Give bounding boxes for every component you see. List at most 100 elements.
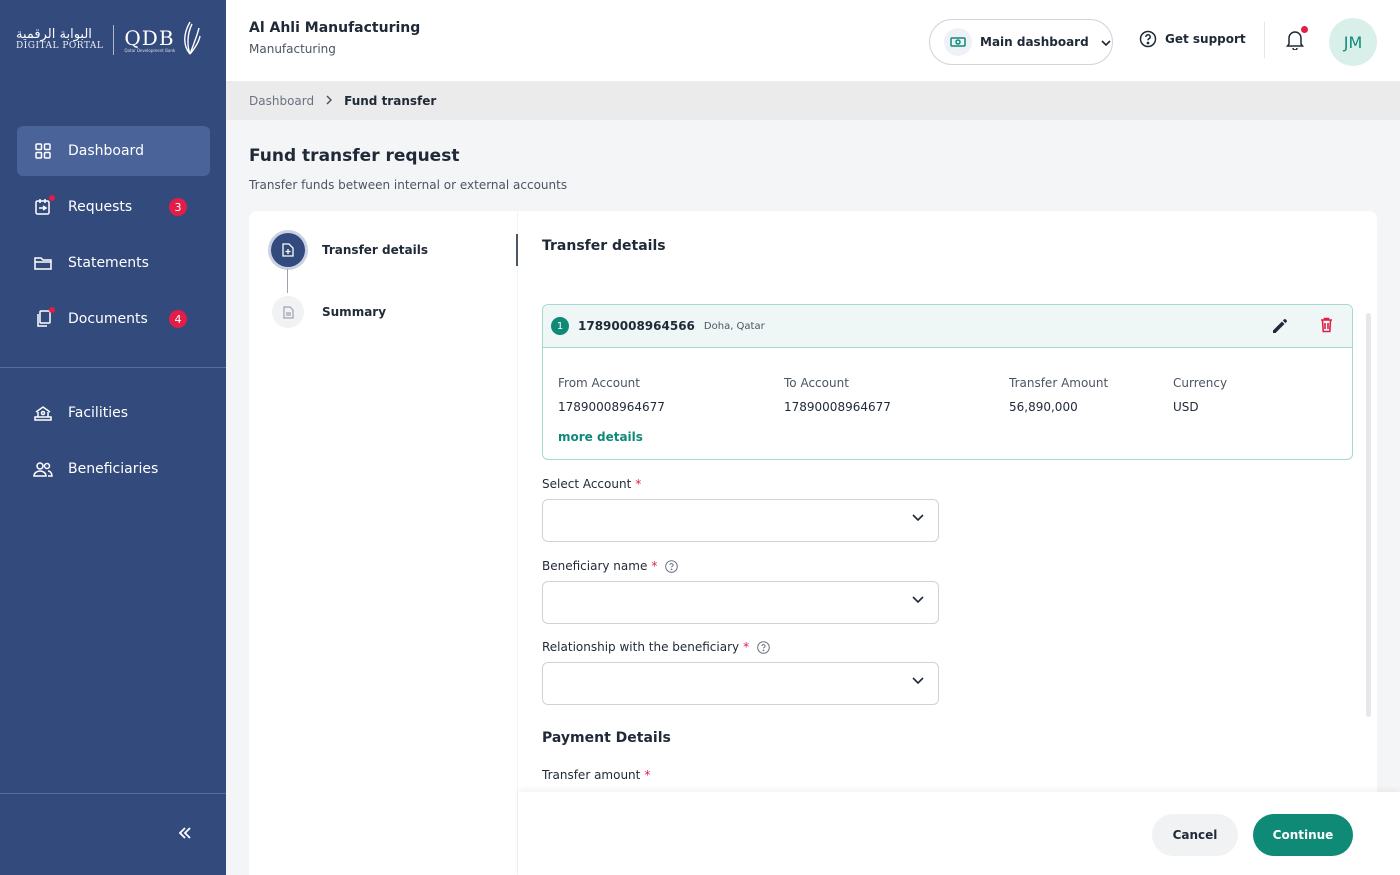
- sidebar-item-label: Facilities: [68, 405, 128, 421]
- sidebar-item-facilities[interactable]: Facilities: [17, 388, 210, 438]
- company-name: Al Ahli Manufacturing: [249, 20, 421, 36]
- breadcrumb: Dashboard Fund transfer: [226, 81, 1400, 120]
- continue-button[interactable]: Continue: [1253, 814, 1353, 856]
- qdb-logo[interactable]: البوابة الرقمية DIGITAL PORTAL QDB Qatar…: [16, 20, 201, 60]
- stepper: Transfer details Summary: [249, 211, 517, 875]
- select-account-dropdown[interactable]: [542, 499, 939, 542]
- step-connector: [287, 269, 288, 293]
- company-industry: Manufacturing: [249, 42, 336, 56]
- currency: Currency USD: [1173, 376, 1228, 414]
- pencil-icon[interactable]: [1272, 317, 1290, 335]
- sidebar-item-documents[interactable]: Documents 4: [17, 294, 210, 344]
- header-divider: [1264, 22, 1265, 58]
- sidebar-item-dashboard[interactable]: Dashboard: [17, 126, 210, 176]
- more-details-link[interactable]: more details: [558, 430, 643, 444]
- requests-icon: [33, 195, 55, 217]
- logo-qdb: QDB: [124, 25, 175, 50]
- section-title: Transfer details: [542, 238, 666, 254]
- documents-badge: 4: [169, 310, 187, 328]
- sidebar-divider: [0, 367, 226, 368]
- required-mark: *: [635, 477, 642, 491]
- cash-icon: [944, 28, 972, 56]
- step-summary[interactable]: Summary: [271, 296, 386, 328]
- item-number: 1: [551, 317, 569, 335]
- double-chevron-left-icon[interactable]: [176, 824, 194, 842]
- transfer-item-body: From Account 17890008964677 To Account 1…: [543, 348, 1352, 459]
- grid-icon: [33, 141, 53, 161]
- transfer-amount: Transfer Amount 56,890,000: [1009, 376, 1109, 414]
- notification-dot: [49, 307, 55, 313]
- sidebar-item-label: Requests: [68, 199, 133, 215]
- sidebar-item-label: Documents: [68, 311, 148, 327]
- item-account: 17890008964566: [578, 319, 695, 333]
- folder-icon: [33, 253, 53, 273]
- logo-portal: DIGITAL PORTAL: [16, 41, 104, 52]
- get-support-label: Get support: [1165, 32, 1246, 46]
- facilities-icon: [33, 403, 53, 423]
- step-label: Summary: [322, 305, 387, 319]
- chevron-down-icon: [912, 596, 924, 604]
- chevron-down-icon: [1101, 35, 1111, 49]
- qdb-mark-icon: [179, 20, 201, 60]
- notification-dot: [1301, 26, 1308, 33]
- notification-dot: [49, 195, 55, 201]
- chevron-down-icon: [912, 514, 924, 522]
- to-account: To Account 17890008964677: [784, 376, 891, 414]
- breadcrumb-dashboard[interactable]: Dashboard: [249, 94, 314, 108]
- sidebar-item-label: Dashboard: [68, 143, 144, 159]
- document-plus-icon: [271, 233, 305, 267]
- top-header: Al Ahli Manufacturing Manufacturing Main…: [226, 0, 1400, 81]
- required-mark: *: [651, 559, 658, 573]
- sidebar-bottom-divider: [0, 793, 226, 794]
- question-circle-icon[interactable]: [665, 559, 679, 573]
- sidebar-item-label: Statements: [68, 255, 149, 271]
- select-account-label: Select Account *: [542, 477, 642, 491]
- payment-details-title: Payment Details: [542, 730, 671, 746]
- requests-badge: 3: [169, 198, 187, 216]
- transfer-item-card: 1 17890008964566 Doha, Qatar From Accoun…: [542, 304, 1353, 460]
- relationship-dropdown[interactable]: [542, 662, 939, 705]
- chevron-right-icon: [326, 94, 333, 108]
- required-mark: *: [743, 640, 750, 654]
- cancel-button[interactable]: Cancel: [1152, 814, 1238, 856]
- beneficiary-name-label: Beneficiary name *: [542, 559, 679, 573]
- get-support-link[interactable]: Get support: [1139, 30, 1246, 48]
- sidebar-nav-secondary: Facilities Beneficiaries: [17, 388, 210, 500]
- transfer-form: Transfer details 1 17890008964566 Doha, …: [518, 211, 1377, 875]
- sidebar-item-label: Beneficiaries: [68, 461, 159, 477]
- question-circle-icon[interactable]: [757, 640, 770, 654]
- item-location: Doha, Qatar: [703, 320, 765, 332]
- required-mark: *: [644, 768, 651, 782]
- document-icon: [272, 296, 304, 328]
- avatar[interactable]: JM: [1329, 18, 1377, 66]
- relationship-label: Relationship with the beneficiary *: [542, 640, 770, 654]
- main-dashboard-button[interactable]: Main dashboard: [929, 19, 1113, 65]
- step-label: Transfer details: [322, 243, 428, 257]
- beneficiary-name-dropdown[interactable]: [542, 581, 939, 624]
- company-info: Al Ahli Manufacturing Manufacturing: [249, 20, 420, 56]
- from-account: From Account 17890008964677: [558, 376, 665, 414]
- logo-divider: [113, 25, 115, 55]
- bell-icon[interactable]: [1286, 26, 1308, 52]
- question-circle-icon: [1139, 30, 1157, 48]
- sidebar: البوابة الرقمية DIGITAL PORTAL QDB Qatar…: [0, 0, 226, 875]
- main-dashboard-label: Main dashboard: [980, 35, 1089, 49]
- users-icon: [33, 459, 53, 479]
- logo-arabic: البوابة الرقمية: [16, 26, 92, 42]
- step-transfer-details[interactable]: Transfer details: [271, 233, 428, 267]
- form-footer: Cancel Continue: [518, 792, 1400, 875]
- transfer-item-header: 1 17890008964566 Doha, Qatar: [543, 305, 1352, 348]
- documents-icon: [33, 307, 55, 329]
- sidebar-item-statements[interactable]: Statements: [17, 238, 210, 288]
- sidebar-nav: Dashboard Requests 3 Statements Document…: [17, 126, 210, 350]
- sidebar-item-requests[interactable]: Requests 3: [17, 182, 210, 232]
- chevron-down-icon: [912, 677, 924, 685]
- page-subtitle: Transfer funds between internal or exter…: [249, 178, 568, 192]
- breadcrumb-current: Fund transfer: [344, 93, 437, 108]
- logo-qdb-sub: Qatar Development Bank: [124, 47, 176, 53]
- scrollbar[interactable]: [1366, 313, 1371, 717]
- trash-icon[interactable]: [1320, 317, 1336, 335]
- transfer-amount-label: Transfer amount *: [542, 768, 651, 782]
- page-title: Fund transfer request: [249, 146, 460, 166]
- sidebar-item-beneficiaries[interactable]: Beneficiaries: [17, 444, 210, 494]
